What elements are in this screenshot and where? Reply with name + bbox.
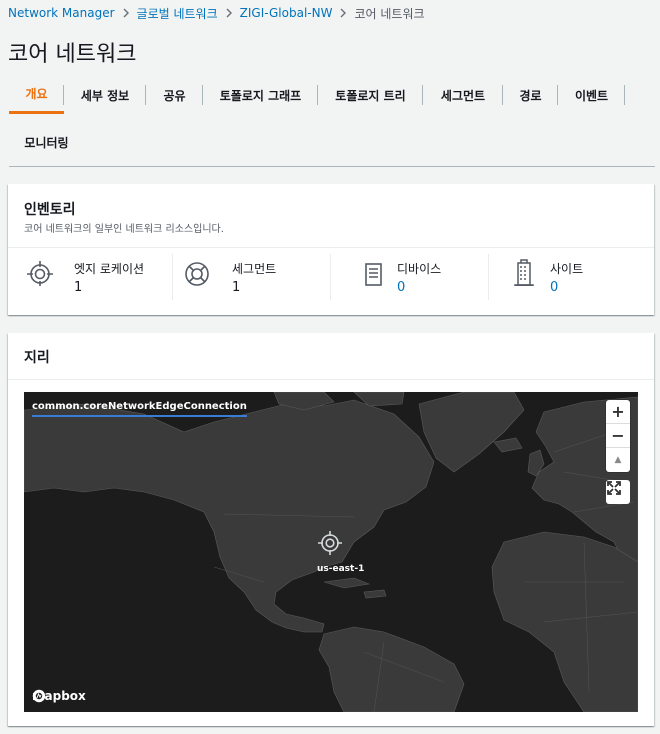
tab-events[interactable]: 이벤트 [558, 76, 625, 114]
inventory-header: 인벤토리 코어 네트워크의 일부인 네트워크 리소스입니다. [8, 184, 654, 248]
breadcrumb-network-manager[interactable]: Network Manager [8, 6, 115, 20]
zoom-out-button[interactable]: − [606, 424, 630, 448]
chevron-right-icon [332, 8, 354, 18]
inventory-edge-locations: 엣지 로케이션 1 [22, 250, 172, 310]
fullscreen-button[interactable] [606, 480, 630, 504]
africa-landmass [491, 531, 638, 712]
fullscreen-icon [607, 481, 621, 495]
iceland-landmass [493, 437, 523, 453]
map-navigation-control: + − ▲ [606, 400, 630, 472]
inventory-sites: 사이트 0 [512, 250, 642, 310]
inventory-device-value[interactable]: 0 [397, 280, 405, 295]
tab-routes[interactable]: 경로 [503, 76, 558, 114]
inventory-site-value[interactable]: 0 [550, 280, 558, 295]
inventory-devices: 디바이스 0 [360, 250, 488, 310]
world-map[interactable]: common.coreNetworkEdgeConnection + − ▲ u… [24, 392, 638, 712]
tab-monitoring[interactable]: 모니터링 [9, 123, 84, 161]
tab-divider [624, 85, 625, 105]
greenland-landmass [418, 392, 525, 473]
segment-icon [185, 262, 209, 286]
inventory-segments: 세그먼트 1 [180, 250, 330, 310]
inventory-divider [330, 254, 331, 300]
page-title: 코어 네트워크 [8, 42, 137, 67]
inventory-divider [488, 254, 489, 300]
inventory-edge-value: 1 [74, 280, 83, 295]
chevron-right-icon [115, 8, 137, 18]
tab-topology-graph[interactable]: 토폴로지 그래프 [203, 76, 318, 114]
geography-panel: 지리 common.coreNetworkEdgeConnection + − … [8, 333, 654, 726]
mapbox-logo-icon [32, 689, 46, 703]
edge-location-label: us-east-1 [317, 564, 365, 574]
inventory-title: 인벤토리 [24, 202, 76, 218]
geography-header: 지리 [8, 333, 654, 380]
inventory-site-label: 사이트 [550, 262, 584, 276]
device-icon [365, 263, 382, 286]
geography-title: 지리 [24, 350, 50, 366]
inventory-divider [172, 254, 173, 300]
edge-location-marker-icon[interactable] [317, 530, 343, 556]
tab-bar: 개요 세부 정보 공유 토폴로지 그래프 토폴로지 트리 세그먼트 경로 이벤트… [9, 76, 655, 167]
zoom-in-button[interactable]: + [606, 400, 630, 424]
map-legend: common.coreNetworkEdgeConnection [32, 401, 247, 417]
inventory-edge-label: 엣지 로케이션 [74, 262, 145, 276]
tab-segments[interactable]: 세그먼트 [423, 76, 503, 114]
site-icon [514, 259, 534, 286]
inventory-device-label: 디바이스 [397, 262, 442, 276]
tab-details[interactable]: 세부 정보 [64, 76, 146, 114]
tab-overview[interactable]: 개요 [9, 76, 64, 114]
breadcrumb: Network Manager 글로벌 네트워크 ZIGI-Global-NW … [8, 5, 425, 21]
tab-topology-tree[interactable]: 토폴로지 트리 [318, 76, 423, 114]
caribbean-islands [323, 577, 387, 599]
breadcrumb-core-network: 코어 네트워크 [354, 6, 425, 21]
breadcrumb-global-network[interactable]: 글로벌 네트워크 [137, 5, 218, 22]
inventory-panel: 인벤토리 코어 네트워크의 일부인 네트워크 리소스입니다. 엣지 로케이션 1… [8, 184, 654, 315]
tab-sharing[interactable]: 공유 [146, 76, 203, 114]
inventory-subtitle: 코어 네트워크의 일부인 네트워크 리소스입니다. [24, 224, 224, 235]
south-america-landmass [318, 626, 465, 712]
mapbox-attribution[interactable]: mapbox [32, 689, 86, 703]
breadcrumb-zigi-global-nw[interactable]: ZIGI-Global-NW [240, 6, 333, 20]
inventory-segment-value: 1 [232, 280, 241, 295]
compass-button[interactable]: ▲ [606, 448, 630, 472]
inventory-segment-label: 세그먼트 [232, 262, 277, 276]
chevron-right-icon [218, 8, 240, 18]
edge-location-icon [27, 261, 53, 286]
